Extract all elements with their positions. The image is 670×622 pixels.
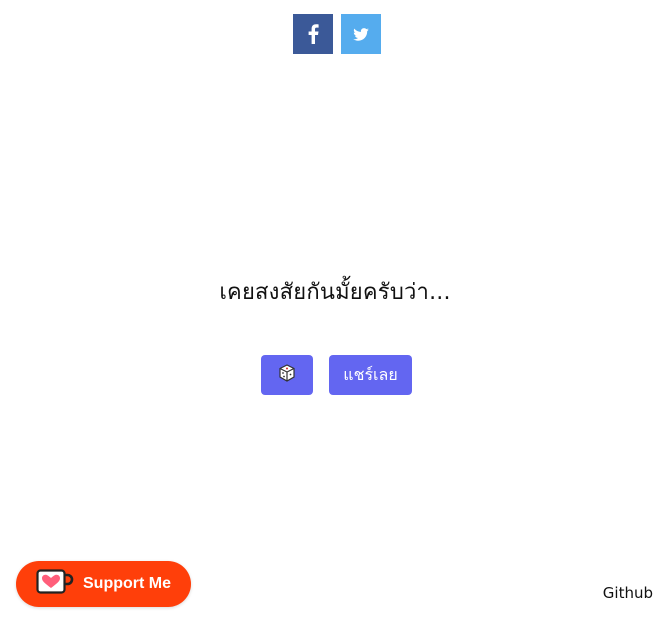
share-now-button[interactable]: แชร์เลย: [329, 355, 412, 395]
github-link[interactable]: Github: [603, 584, 653, 602]
facebook-share-button[interactable]: [293, 14, 333, 54]
action-buttons: แชร์เลย: [261, 355, 412, 395]
page: เคยสงสัยกันมั้ยครับว่า... แชร์เลย Suppor…: [0, 0, 670, 622]
social-share-bar: [293, 14, 381, 54]
kofi-cup-heart-icon: [36, 569, 74, 599]
question-text: เคยสงสัยกันมั้ยครับว่า...: [219, 280, 451, 305]
twitter-share-button[interactable]: [341, 14, 381, 54]
support-me-button[interactable]: Support Me: [16, 561, 191, 607]
twitter-icon: [353, 27, 369, 41]
facebook-icon: [307, 24, 319, 44]
random-question-button[interactable]: [261, 355, 313, 395]
dice-icon: [278, 364, 296, 386]
support-me-label: Support Me: [83, 575, 171, 592]
